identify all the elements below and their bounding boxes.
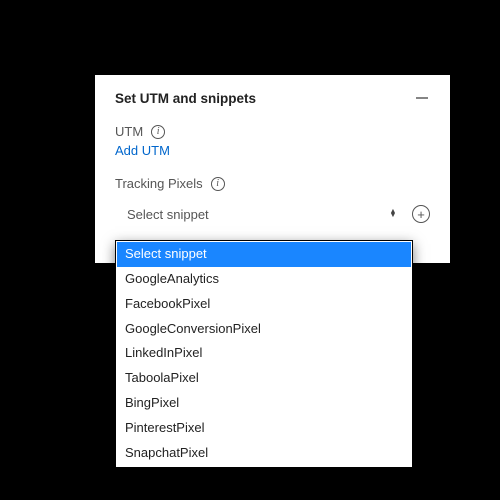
snippet-select-row: Select snippet ▲▼ + bbox=[115, 201, 430, 227]
snippet-select[interactable]: Select snippet ▲▼ bbox=[125, 201, 402, 227]
dropdown-item[interactable]: LinkedInPixel bbox=[117, 341, 411, 366]
panel-header: Set UTM and snippets bbox=[115, 90, 430, 106]
collapse-button[interactable] bbox=[414, 90, 430, 106]
sort-icon: ▲▼ bbox=[388, 210, 398, 218]
dropdown-item[interactable]: BingPixel bbox=[117, 391, 411, 416]
tracking-label: Tracking Pixels bbox=[115, 176, 203, 191]
snippet-select-value: Select snippet bbox=[127, 207, 209, 222]
info-icon[interactable]: i bbox=[211, 177, 225, 191]
utm-snippets-panel: Set UTM and snippets UTM i Add UTM Track… bbox=[95, 75, 450, 263]
tracking-label-row: Tracking Pixels i bbox=[115, 176, 430, 191]
info-icon[interactable]: i bbox=[151, 125, 165, 139]
utm-label-row: UTM i bbox=[115, 124, 430, 139]
dropdown-item[interactable]: Select snippet bbox=[117, 242, 411, 267]
add-snippet-button[interactable]: + bbox=[412, 205, 430, 223]
dropdown-item[interactable]: PinterestPixel bbox=[117, 416, 411, 441]
snippet-dropdown[interactable]: Select snippetGoogleAnalyticsFacebookPix… bbox=[115, 240, 413, 468]
add-utm-link[interactable]: Add UTM bbox=[115, 143, 430, 158]
dropdown-item[interactable]: SnapchatPixel bbox=[117, 441, 411, 466]
panel-title: Set UTM and snippets bbox=[115, 91, 256, 106]
utm-label: UTM bbox=[115, 124, 143, 139]
dropdown-item[interactable]: GoogleAnalytics bbox=[117, 267, 411, 292]
dropdown-item[interactable]: TaboolaPixel bbox=[117, 366, 411, 391]
dropdown-item[interactable]: GoogleConversionPixel bbox=[117, 317, 411, 342]
dropdown-item[interactable]: FacebookPixel bbox=[117, 292, 411, 317]
minus-icon bbox=[415, 91, 429, 105]
